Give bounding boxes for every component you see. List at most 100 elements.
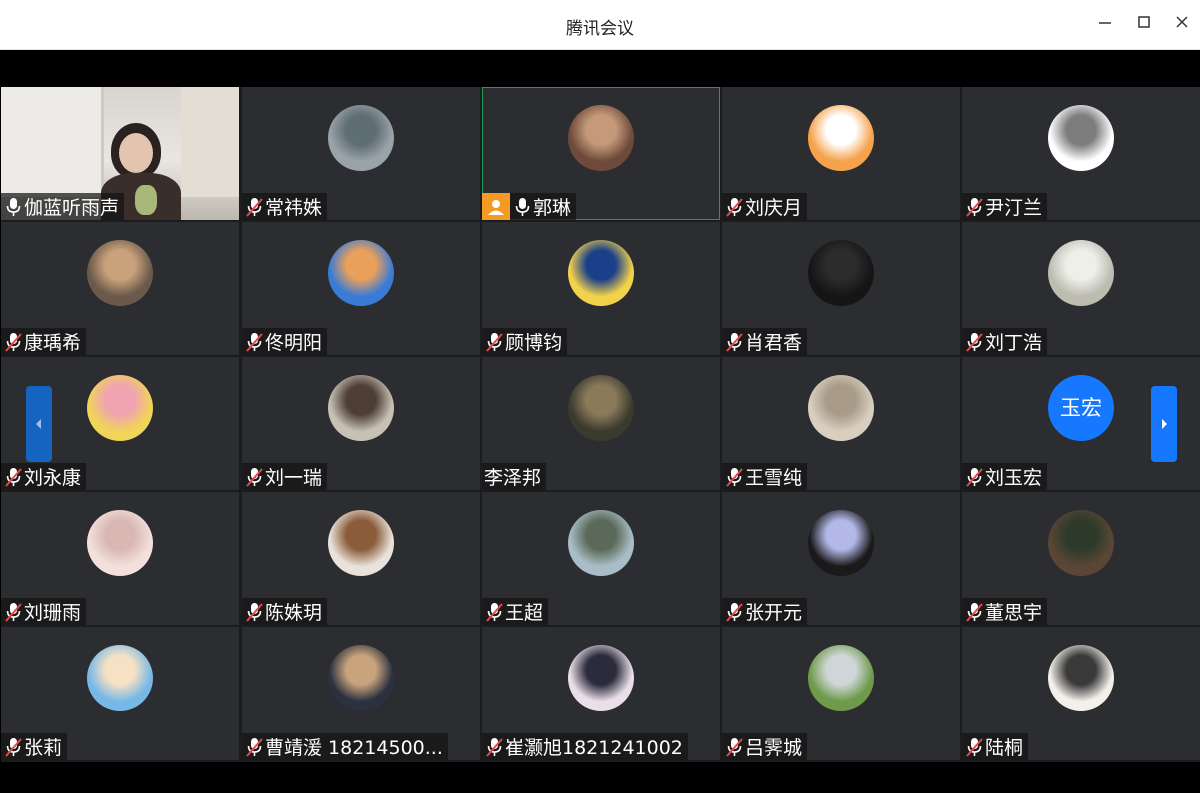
participant-tile[interactable]: 王雪纯 xyxy=(722,357,960,490)
participant-tile[interactable]: 常祎姝 xyxy=(242,87,480,220)
name-plate: 张莉 xyxy=(1,733,68,760)
mic-muted-icon xyxy=(5,467,22,487)
avatar xyxy=(1048,240,1114,306)
avatar xyxy=(328,510,394,576)
user-icon xyxy=(488,199,504,215)
mic-muted-icon xyxy=(246,332,263,352)
participant-tile[interactable]: 康瑀希 xyxy=(1,222,239,355)
mic-muted-icon xyxy=(486,737,503,757)
name-plate: 李泽邦 xyxy=(482,463,547,490)
participant-name: 尹汀兰 xyxy=(985,197,1043,219)
name-plate: 肖君香 xyxy=(722,328,808,355)
avatar xyxy=(328,375,394,441)
participant-tile[interactable]: 王超 xyxy=(482,492,720,625)
mic-muted-icon xyxy=(726,197,743,217)
chevron-right-icon xyxy=(1162,419,1167,429)
participant-name: 吕霁城 xyxy=(745,737,803,759)
participant-tile[interactable]: 郭琳 xyxy=(482,87,720,220)
avatar xyxy=(328,240,394,306)
name-plate: 张开元 xyxy=(722,598,808,625)
mic-muted-icon xyxy=(966,197,983,217)
next-page-button[interactable] xyxy=(1151,386,1177,462)
name-plate: 王超 xyxy=(482,598,549,625)
avatar xyxy=(87,510,153,576)
mic-muted-icon xyxy=(246,197,263,217)
participant-tile[interactable]: 尹汀兰 xyxy=(962,87,1200,220)
participant-tile[interactable]: 崔灏旭1821241002 xyxy=(482,627,720,760)
mic-icon xyxy=(515,197,530,216)
name-plate: 董思宇 xyxy=(962,598,1048,625)
mic-muted-icon xyxy=(726,602,743,622)
avatar xyxy=(568,645,634,711)
participant-grid: 伽蓝听雨声 常祎姝 郭琳 刘庆月 尹汀兰康瑀希 佟明阳 顾博钧 肖君香 刘丁浩刘永康 刘一瑞 李泽邦… xyxy=(1,87,1200,762)
mic-muted-icon xyxy=(966,602,983,622)
mic-muted-icon xyxy=(5,737,22,757)
avatar xyxy=(87,240,153,306)
avatar xyxy=(328,645,394,711)
participant-name: 康瑀希 xyxy=(24,332,82,354)
participant-tile[interactable]: 李泽邦 xyxy=(482,357,720,490)
participant-tile[interactable]: 刘珊雨 xyxy=(1,492,239,625)
name-plate: 曹靖湲 18214500... xyxy=(242,733,448,760)
participant-tile[interactable]: 董思宇 xyxy=(962,492,1200,625)
name-plate: 刘玉宏 xyxy=(962,463,1048,490)
avatar xyxy=(568,375,634,441)
participant-tile[interactable]: 伽蓝听雨声 xyxy=(1,87,239,220)
participant-name: 刘庆月 xyxy=(745,197,803,219)
name-plate: 刘永康 xyxy=(1,463,87,490)
participant-name: 王超 xyxy=(505,602,544,624)
participant-name: 刘珊雨 xyxy=(24,602,82,624)
participant-tile[interactable]: 刘庆月 xyxy=(722,87,960,220)
name-plate: 刘庆月 xyxy=(722,193,808,220)
participant-tile[interactable]: 刘丁浩 xyxy=(962,222,1200,355)
close-button[interactable] xyxy=(1169,12,1195,38)
name-plate: 尹汀兰 xyxy=(962,193,1048,220)
participant-name: 肖君香 xyxy=(745,332,803,354)
participant-tile[interactable]: 佟明阳 xyxy=(242,222,480,355)
participant-tile[interactable]: 张莉 xyxy=(1,627,239,760)
participant-name: 顾博钧 xyxy=(505,332,563,354)
name-plate: 康瑀希 xyxy=(1,328,87,355)
minimize-button[interactable] xyxy=(1092,12,1118,38)
participant-name: 张开元 xyxy=(745,602,803,624)
participant-name: 伽蓝听雨声 xyxy=(24,197,120,219)
avatar xyxy=(1048,645,1114,711)
participant-tile[interactable]: 陈姝玥 xyxy=(242,492,480,625)
participant-tile[interactable]: 吕霁城 xyxy=(722,627,960,760)
participant-name: 刘一瑞 xyxy=(265,467,323,489)
participant-name: 郭琳 xyxy=(533,197,572,219)
prev-page-button[interactable] xyxy=(26,386,52,462)
participant-name: 曹靖湲 18214500... xyxy=(265,737,443,759)
name-plate: 常祎姝 xyxy=(242,193,328,220)
maximize-button[interactable] xyxy=(1131,12,1157,38)
name-plate: 刘珊雨 xyxy=(1,598,87,625)
avatar xyxy=(87,645,153,711)
mic-muted-icon xyxy=(246,467,263,487)
participant-name: 李泽邦 xyxy=(484,467,542,489)
mic-muted-icon xyxy=(486,332,503,352)
participant-tile[interactable]: 肖君香 xyxy=(722,222,960,355)
mic-muted-icon xyxy=(5,332,22,352)
host-badge xyxy=(482,193,510,220)
mic-muted-icon xyxy=(966,737,983,757)
participant-name: 刘永康 xyxy=(24,467,82,489)
minimize-icon xyxy=(1099,22,1111,24)
name-plate: 刘丁浩 xyxy=(962,328,1048,355)
avatar xyxy=(568,240,634,306)
participant-name: 刘丁浩 xyxy=(985,332,1043,354)
participant-tile[interactable]: 刘一瑞 xyxy=(242,357,480,490)
avatar xyxy=(1048,105,1114,171)
participant-tile[interactable]: 张开元 xyxy=(722,492,960,625)
top-black-band xyxy=(0,50,1200,87)
participant-tile[interactable]: 曹靖湲 18214500... xyxy=(242,627,480,760)
participant-name: 董思宇 xyxy=(985,602,1043,624)
name-plate: 陆桐 xyxy=(962,733,1029,760)
participant-tile[interactable]: 顾博钧 xyxy=(482,222,720,355)
mic-muted-icon xyxy=(5,602,22,622)
maximize-icon xyxy=(1138,16,1150,28)
participant-tile[interactable]: 陆桐 xyxy=(962,627,1200,760)
avatar xyxy=(808,510,874,576)
participant-name: 陆桐 xyxy=(985,737,1024,759)
avatar xyxy=(568,510,634,576)
participant-name: 陈姝玥 xyxy=(265,602,323,624)
